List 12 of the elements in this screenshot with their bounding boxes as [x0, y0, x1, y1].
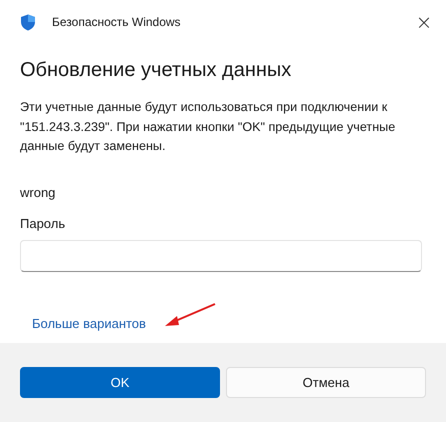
window-title: Безопасность Windows: [52, 15, 182, 29]
password-field[interactable]: [20, 240, 422, 272]
cancel-button[interactable]: Отмена: [226, 367, 426, 398]
close-button[interactable]: ×: [406, 7, 442, 37]
dialog-heading: Обновление учетных данных: [20, 59, 292, 83]
username-text: wrong: [20, 184, 56, 200]
annotation-arrow: [165, 302, 217, 326]
description-text: Эти учетные данные будут использоваться при подключении к "151.243.3.239". При нажатии кнопки "OK" предыдущие учетные данные будут заменены.: [20, 99, 396, 155]
shield-icon: [20, 14, 36, 30]
password-label: Пароль: [20, 216, 66, 230]
ok-button[interactable]: OK: [20, 367, 220, 398]
more-options-link[interactable]: Больше вариантов: [32, 316, 146, 330]
